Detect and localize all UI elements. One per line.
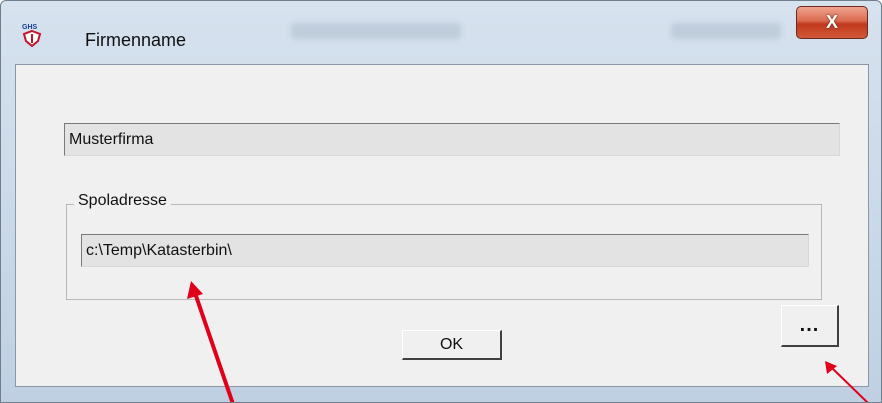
- window-title: Firmenname: [85, 30, 187, 50]
- ok-button[interactable]: OK: [402, 330, 502, 360]
- dialog-window: GHS Firmenname X Musterfirma Spoladresse…: [0, 0, 882, 403]
- spool-path-value: c:\Temp\Katasterbin\: [86, 241, 232, 259]
- company-name-field[interactable]: Musterfirma: [64, 123, 840, 156]
- svg-text:GHS: GHS: [22, 24, 38, 31]
- spool-address-label: Spoladresse: [74, 192, 171, 210]
- title-bar[interactable]: GHS Firmenname X: [1, 1, 881, 63]
- company-name-value: Musterfirma: [69, 130, 154, 148]
- spool-path-field[interactable]: c:\Temp\Katasterbin\: [81, 234, 809, 267]
- app-icon: GHS: [21, 21, 43, 48]
- close-icon: X: [825, 12, 838, 32]
- browse-button[interactable]: ...: [781, 305, 839, 347]
- dialog-content: Musterfirma Spoladresse c:\Temp\Kataster…: [15, 64, 869, 387]
- close-button[interactable]: X: [796, 6, 868, 39]
